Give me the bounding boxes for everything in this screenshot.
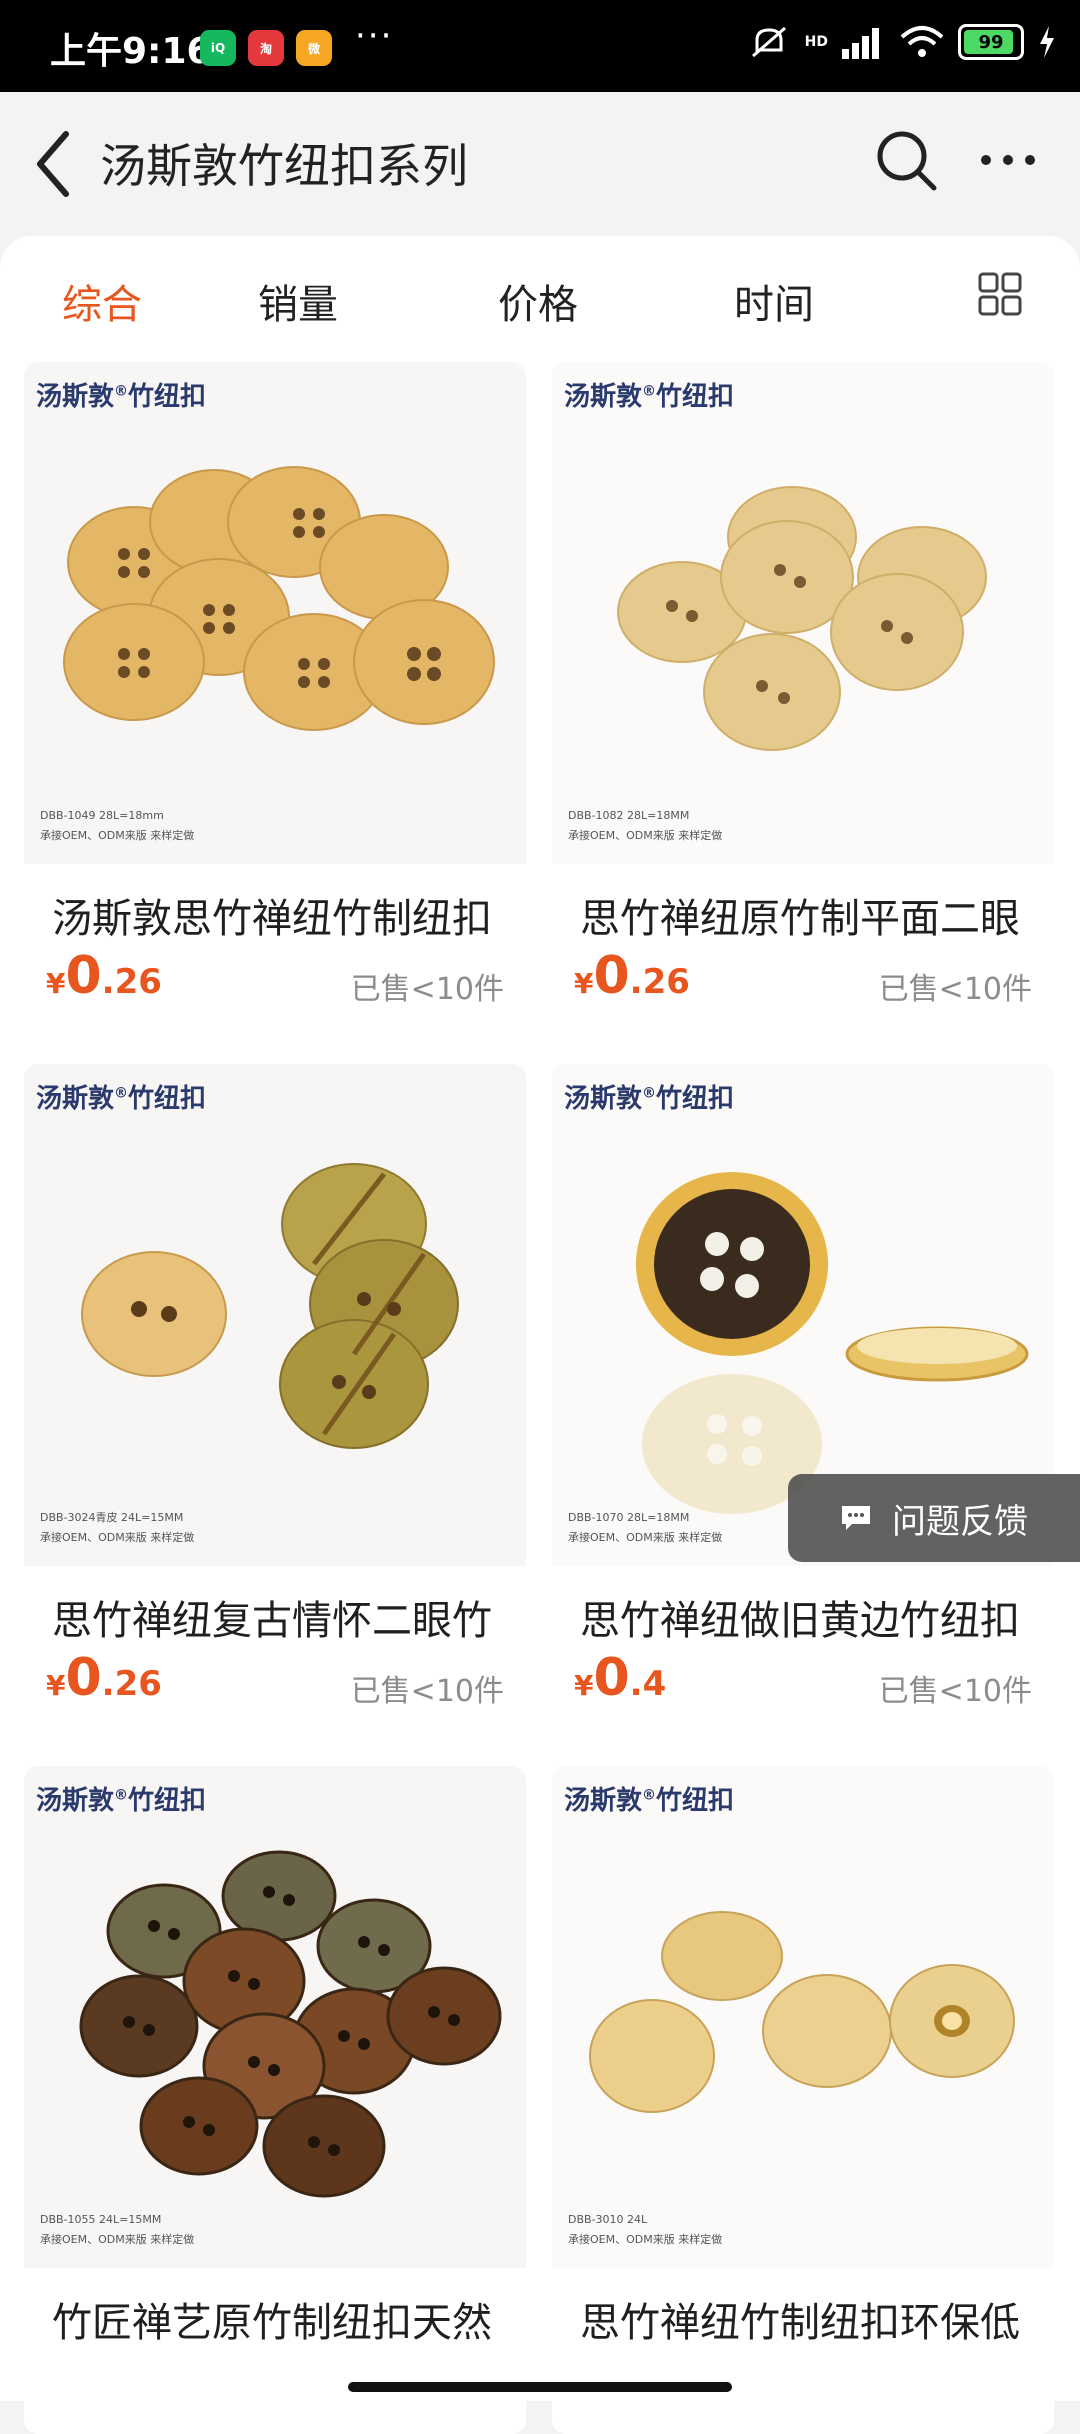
caption-service: 承接OEM、ODM来版 来样定做 — [40, 1531, 195, 1544]
network-type-label: HD — [804, 34, 828, 50]
product-card[interactable]: 汤斯敦®竹纽扣 DBB-1082 28L=18MM 承接OEM、ODM来版 来样定… — [552, 362, 1054, 1030]
page-title: 汤斯敦竹纽扣系列 — [100, 139, 468, 193]
status-bar: 上午9:16 iQ 淘 微 ··· HD 99 — [0, 0, 1080, 92]
product-name: 思竹禅纽做旧黄边竹纽扣 — [580, 1598, 1020, 1644]
caption-service: 承接OEM、ODM来版 来样定做 — [40, 829, 195, 842]
sort-tabs: 综合 销量 价格 时间 — [0, 272, 1080, 352]
price-decimal: .26 — [101, 1664, 162, 1704]
charging-icon — [1040, 26, 1054, 58]
currency-symbol: ¥ — [574, 1669, 594, 1702]
tab-comprehensive[interactable]: 综合 — [62, 272, 142, 330]
feedback-button[interactable]: 问题反馈 — [788, 1474, 1080, 1562]
page-header: 汤斯敦竹纽扣系列 — [0, 92, 1080, 232]
wifi-icon — [900, 26, 944, 57]
more-dots-icon[interactable] — [978, 148, 1038, 172]
chat-bubble-icon — [842, 1506, 870, 1530]
bamboo-buttons-illustration — [79, 1850, 502, 2198]
product-name: 思竹禅纽竹制纽扣环保低 — [580, 2300, 1020, 2346]
feedback-label: 问题反馈 — [892, 1501, 1028, 1542]
image-caption: DBB-1070 28L=18MM 承接OEM、ODM来版 来样定做 — [568, 1508, 722, 1548]
iqiyi-app-icon: iQ — [200, 30, 236, 66]
image-caption: DBB-1049 28L=18mm 承接OEM、ODM来版 来样定做 — [40, 806, 194, 846]
sold-count: 已售<10件 — [350, 1674, 504, 1709]
price-decimal: .26 — [101, 962, 162, 1002]
caption-code: DBB-3010 24L — [568, 2213, 648, 2226]
product-price: ¥0.4 — [574, 1648, 666, 1708]
status-time: 上午9:16 — [50, 31, 212, 72]
price-integer: 0 — [593, 1648, 630, 1708]
caption-code: DBB-1055 24L=15MM — [40, 2213, 162, 2226]
taobao-app-icon: 淘 — [248, 30, 284, 66]
product-name: 思竹禅纽复古情怀二眼竹 — [52, 1598, 492, 1644]
caption-service: 承接OEM、ODM来版 来样定做 — [568, 829, 723, 842]
sold-count: 已售<10件 — [878, 1674, 1032, 1709]
notification-more-icon: ··· — [355, 16, 394, 56]
product-image[interactable]: 汤斯敦®竹纽扣 DBB-1049 28L=18mm 承接OEM、ODM来版 来样定… — [24, 362, 526, 864]
caption-code: DBB-3024青皮 24L=15MM — [40, 1511, 184, 1524]
search-icon[interactable] — [872, 126, 942, 196]
product-image[interactable]: 汤斯敦®竹纽扣 DBB-1082 28L=18MM 承接OEM、ODM来版 来样定… — [552, 362, 1054, 864]
home-indicator[interactable] — [348, 2382, 732, 2392]
price-decimal: .26 — [629, 962, 690, 1002]
silent-mode-icon — [751, 26, 786, 58]
image-caption: DBB-3024青皮 24L=15MM 承接OEM、ODM来版 来样定做 — [40, 1508, 194, 1548]
product-price: ¥0.26 — [46, 946, 162, 1006]
bamboo-buttons-illustration — [589, 1911, 1015, 2113]
caption-code: DBB-1082 28L=18MM — [568, 809, 690, 822]
currency-symbol: ¥ — [46, 967, 66, 1000]
product-card[interactable]: 汤斯敦®竹纽扣 DBB-1055 24L=15MM 承接OEM、ODM来版 来样定… — [24, 1766, 526, 2434]
bamboo-buttons-illustration — [63, 466, 495, 731]
weibo-app-icon: 微 — [296, 30, 332, 66]
caption-code: DBB-1049 28L=18mm — [40, 809, 164, 822]
image-caption: DBB-1082 28L=18MM 承接OEM、ODM来版 来样定做 — [568, 806, 722, 846]
price-integer: 0 — [65, 946, 102, 1006]
signal-icon — [842, 28, 879, 59]
product-image[interactable]: 汤斯敦®竹纽扣 DBB-1055 24L=15MM 承接OEM、ODM来版 来样定… — [24, 1766, 526, 2268]
status-indicators: HD 99 — [747, 24, 1056, 60]
battery-level: 99 — [978, 31, 1004, 53]
sold-count: 已售<10件 — [350, 972, 504, 1007]
product-card[interactable]: 汤斯敦®竹纽扣 DBB-3024青皮 24L=15MM 承接OEM、ODM来版 来… — [24, 1064, 526, 1732]
battery-icon: 99 — [958, 24, 1024, 60]
bamboo-buttons-illustration — [81, 1163, 459, 1449]
sold-count: 已售<10件 — [878, 972, 1032, 1007]
product-card[interactable]: 汤斯敦®竹纽扣 DBB-1049 28L=18mm 承接OEM、ODM来版 来样定… — [24, 362, 526, 1030]
product-price: ¥0.26 — [46, 1648, 162, 1708]
price-decimal: .4 — [629, 1664, 667, 1704]
caption-service: 承接OEM、ODM来版 来样定做 — [568, 2233, 723, 2246]
product-price: ¥0.26 — [574, 946, 690, 1006]
image-caption: DBB-1055 24L=15MM 承接OEM、ODM来版 来样定做 — [40, 2210, 194, 2250]
image-caption: DBB-3010 24L 承接OEM、ODM来版 来样定做 — [568, 2210, 722, 2250]
product-image[interactable]: 汤斯敦®竹纽扣 DBB-3024青皮 24L=15MM 承接OEM、ODM来版 来… — [24, 1064, 526, 1566]
product-card[interactable]: 汤斯敦®竹纽扣 DBB-3010 24L 承接OEM、ODM来版 来样定做 思竹禅… — [552, 1766, 1054, 2434]
product-image[interactable]: 汤斯敦®竹纽扣 DBB-3010 24L 承接OEM、ODM来版 来样定做 — [552, 1766, 1054, 2268]
bamboo-buttons-illustration — [617, 486, 987, 751]
tab-time[interactable]: 时间 — [734, 272, 814, 330]
currency-symbol: ¥ — [46, 1669, 66, 1702]
price-integer: 0 — [65, 1648, 102, 1708]
tab-price[interactable]: 价格 — [498, 272, 578, 330]
product-name: 思竹禅纽原竹制平面二眼 — [580, 896, 1020, 942]
caption-code: DBB-1070 28L=18MM — [568, 1511, 690, 1524]
product-name: 汤斯敦思竹禅纽竹制纽扣 — [52, 896, 492, 942]
tab-sales[interactable]: 销量 — [258, 272, 338, 330]
price-integer: 0 — [593, 946, 630, 1006]
currency-symbol: ¥ — [574, 967, 594, 1000]
product-name: 竹匠禅艺原竹制纽扣天然 — [52, 2300, 492, 2346]
grid-view-icon[interactable] — [978, 272, 1022, 316]
product-card[interactable]: 汤斯敦®竹纽扣 DBB-1070 28L=18MM 承接OEM、ODM来版 来样定… — [552, 1064, 1054, 1732]
caption-service: 承接OEM、ODM来版 来样定做 — [40, 2233, 195, 2246]
chevron-left-icon[interactable] — [28, 126, 78, 202]
caption-service: 承接OEM、ODM来版 来样定做 — [568, 1531, 723, 1544]
